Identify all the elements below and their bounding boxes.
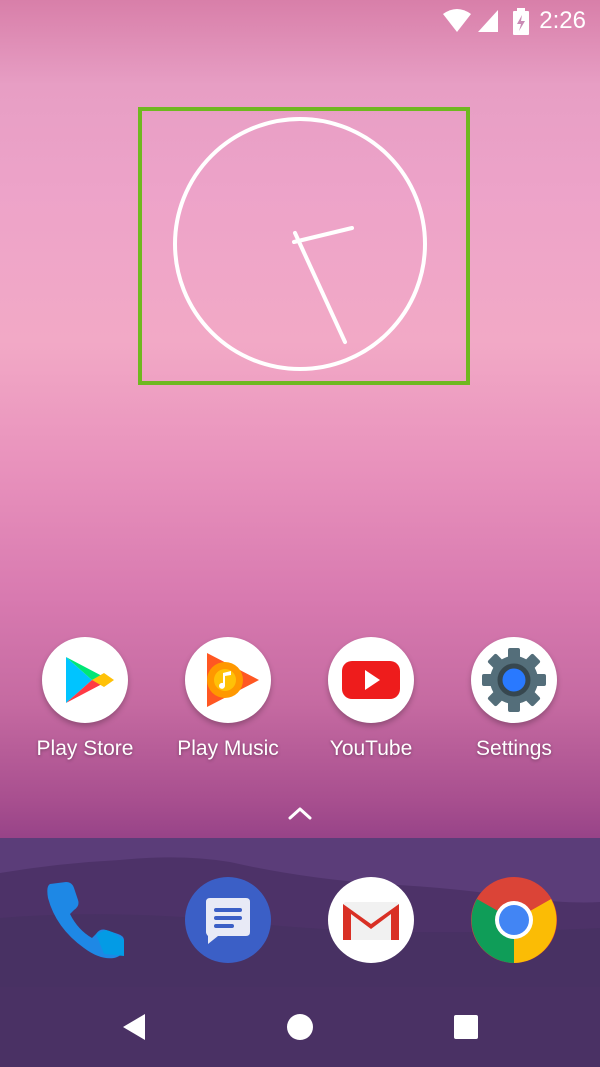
chevron-up-icon[interactable] [286,803,314,823]
app-label: Settings [476,737,552,760]
analog-clock-widget[interactable] [138,107,470,385]
chrome-icon [471,877,557,963]
app-label: YouTube [329,737,413,760]
clock-face [173,117,427,371]
app-play-store[interactable]: Play Store [20,637,150,761]
app-settings[interactable]: Settings [449,637,579,761]
home-icon[interactable] [285,1012,315,1042]
navigation-bar [0,987,600,1067]
recents-icon[interactable] [453,1014,479,1040]
status-time: 2:26 [539,7,586,34]
dock-phone[interactable] [40,876,128,964]
back-icon[interactable] [119,1012,149,1042]
youtube-icon [328,637,414,723]
wifi-icon [443,9,471,32]
status-bar: 2:26 [0,0,600,42]
phone-icon [47,882,125,959]
app-play-music[interactable]: Play Music [163,637,293,761]
messages-icon [185,877,271,963]
clock-hour-hand [292,226,354,244]
dock-chrome[interactable] [470,876,558,964]
app-label: Play Store [36,737,134,760]
app-label: Play Music [177,737,279,760]
dock-gmail[interactable] [327,876,415,964]
cell-signal-icon [478,10,498,32]
gmail-icon [328,877,414,963]
clock-minute-hand [293,231,347,344]
app-youtube[interactable]: YouTube [306,637,436,761]
play-store-icon [42,637,128,723]
battery-charging-icon [513,8,529,35]
play-music-icon [185,637,271,723]
settings-icon [471,637,557,723]
dock-messages[interactable] [184,876,272,964]
